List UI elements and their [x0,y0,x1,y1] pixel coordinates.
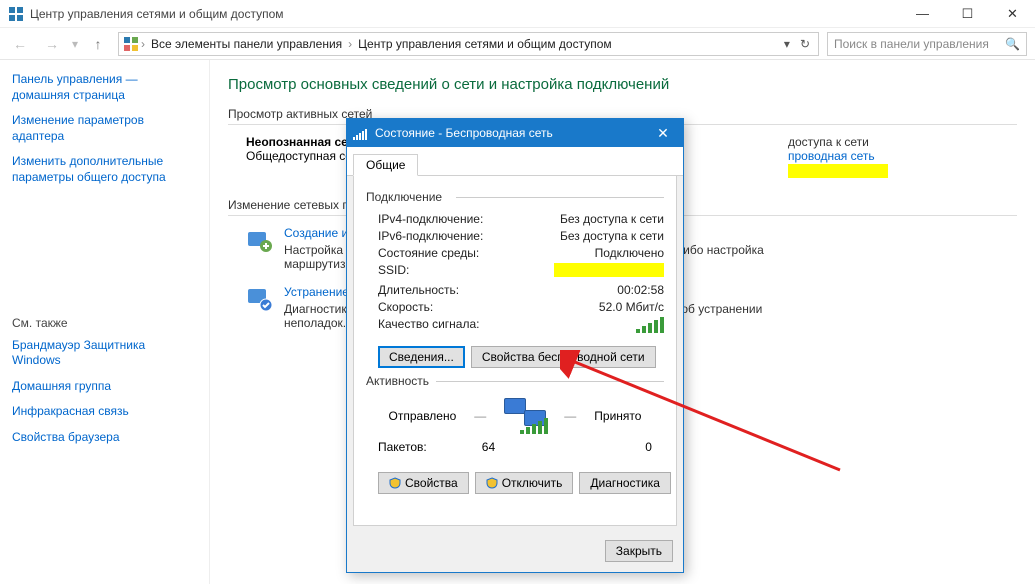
signal-icon [353,126,369,140]
details-button[interactable]: Сведения... [378,346,465,368]
sidebar-link-sharing[interactable]: Изменить дополнительные параметры общего… [12,154,197,185]
wireless-properties-button[interactable]: Свойства беспроводной сети [471,346,656,368]
group-activity: Активность [366,374,664,388]
breadcrumb-item-current[interactable]: Центр управления сетями и общим доступом [354,37,616,51]
shield-icon [389,477,401,489]
ipv6-label: IPv6-подключение: [378,229,483,243]
nav-back-button[interactable]: ← [8,32,32,56]
sidebar-seealso-firewall[interactable]: Брандмауэр Защитника Windows [12,338,197,369]
speed-value: 52.0 Мбит/с [599,300,664,314]
refresh-icon[interactable]: ↻ [796,37,814,51]
sidebar-link-home[interactable]: Панель управления — домашняя страница [12,72,197,103]
dialog-titlebar[interactable]: Состояние - Беспроводная сеть ✕ [347,119,683,147]
shield-icon [486,477,498,489]
sidebar: Панель управления — домашняя страница Из… [0,60,210,584]
sidebar-seealso-browser[interactable]: Свойства браузера [12,430,197,446]
toolbar: ← → ▾ ↑ › Все элементы панели управления… [0,28,1035,60]
highlight-marker [788,164,888,178]
tab-general[interactable]: Общие [353,154,418,176]
connection-link[interactable]: проводная сеть [788,149,875,163]
new-connection-icon [246,226,274,254]
disable-button[interactable]: Отключить [475,472,574,494]
nav-up-button[interactable]: ↑ [86,32,110,56]
media-label: Состояние среды: [378,246,479,260]
troubleshoot-icon [246,285,274,313]
ipv4-value: Без доступа к сети [560,212,664,226]
window-titlebar: Центр управления сетями и общим доступом… [0,0,1035,28]
quality-label: Качество сигнала: [378,317,479,336]
maximize-button[interactable]: ☐ [945,0,990,28]
breadcrumb[interactable]: › Все элементы панели управления › Центр… [118,32,819,56]
ipv4-label: IPv4-подключение: [378,212,483,226]
activity-icon [504,398,546,434]
search-input[interactable]: Поиск в панели управления 🔍 [827,32,1027,56]
ssid-value-redacted [554,263,664,277]
sidebar-seealso-infrared[interactable]: Инфракрасная связь [12,404,197,420]
sent-label: Отправлено [389,409,457,423]
group-connection: Подключение [366,190,664,204]
packets-recv: 0 [645,440,652,454]
search-icon: 🔍 [1005,37,1020,51]
breadcrumb-item-all-cp[interactable]: Все элементы панели управления [147,37,346,51]
duration-value: 00:02:58 [617,283,664,297]
ipv6-value: Без доступа к сети [560,229,664,243]
recv-label: Принято [594,409,641,423]
signal-bars-icon [636,317,664,333]
window-title: Центр управления сетями и общим доступом [30,7,284,21]
dialog-close-button[interactable]: ✕ [649,125,677,142]
breadcrumb-dropdown-icon[interactable]: ▾ [780,37,794,51]
duration-label: Длительность: [378,283,459,297]
access-type-value: доступа к сети [788,135,869,149]
properties-button[interactable]: Свойства [378,472,469,494]
speed-label: Скорость: [378,300,433,314]
dialog-tabs: Общие [347,147,683,176]
page-heading: Просмотр основных сведений о сети и наст… [228,76,1017,93]
packets-label: Пакетов: [378,440,427,454]
sidebar-link-adapter[interactable]: Изменение параметров адаптера [12,113,197,144]
app-icon [8,6,24,22]
diagnose-button[interactable]: Диагностика [579,472,671,494]
media-value: Подключено [595,246,664,260]
search-placeholder: Поиск в панели управления [834,37,989,51]
dialog-title: Состояние - Беспроводная сеть [375,126,553,140]
sidebar-seealso-title: См. также [12,316,197,330]
minimize-button[interactable]: — [900,0,945,28]
wifi-status-dialog: Состояние - Беспроводная сеть ✕ Общие По… [346,118,684,573]
close-dialog-button[interactable]: Закрыть [605,540,673,562]
close-button[interactable]: ✕ [990,0,1035,28]
control-panel-icon [123,36,139,52]
ssid-label: SSID: [378,263,409,280]
sidebar-seealso-homegroup[interactable]: Домашняя группа [12,379,197,395]
packets-sent: 64 [482,440,495,454]
nav-forward-button[interactable]: → [40,32,64,56]
